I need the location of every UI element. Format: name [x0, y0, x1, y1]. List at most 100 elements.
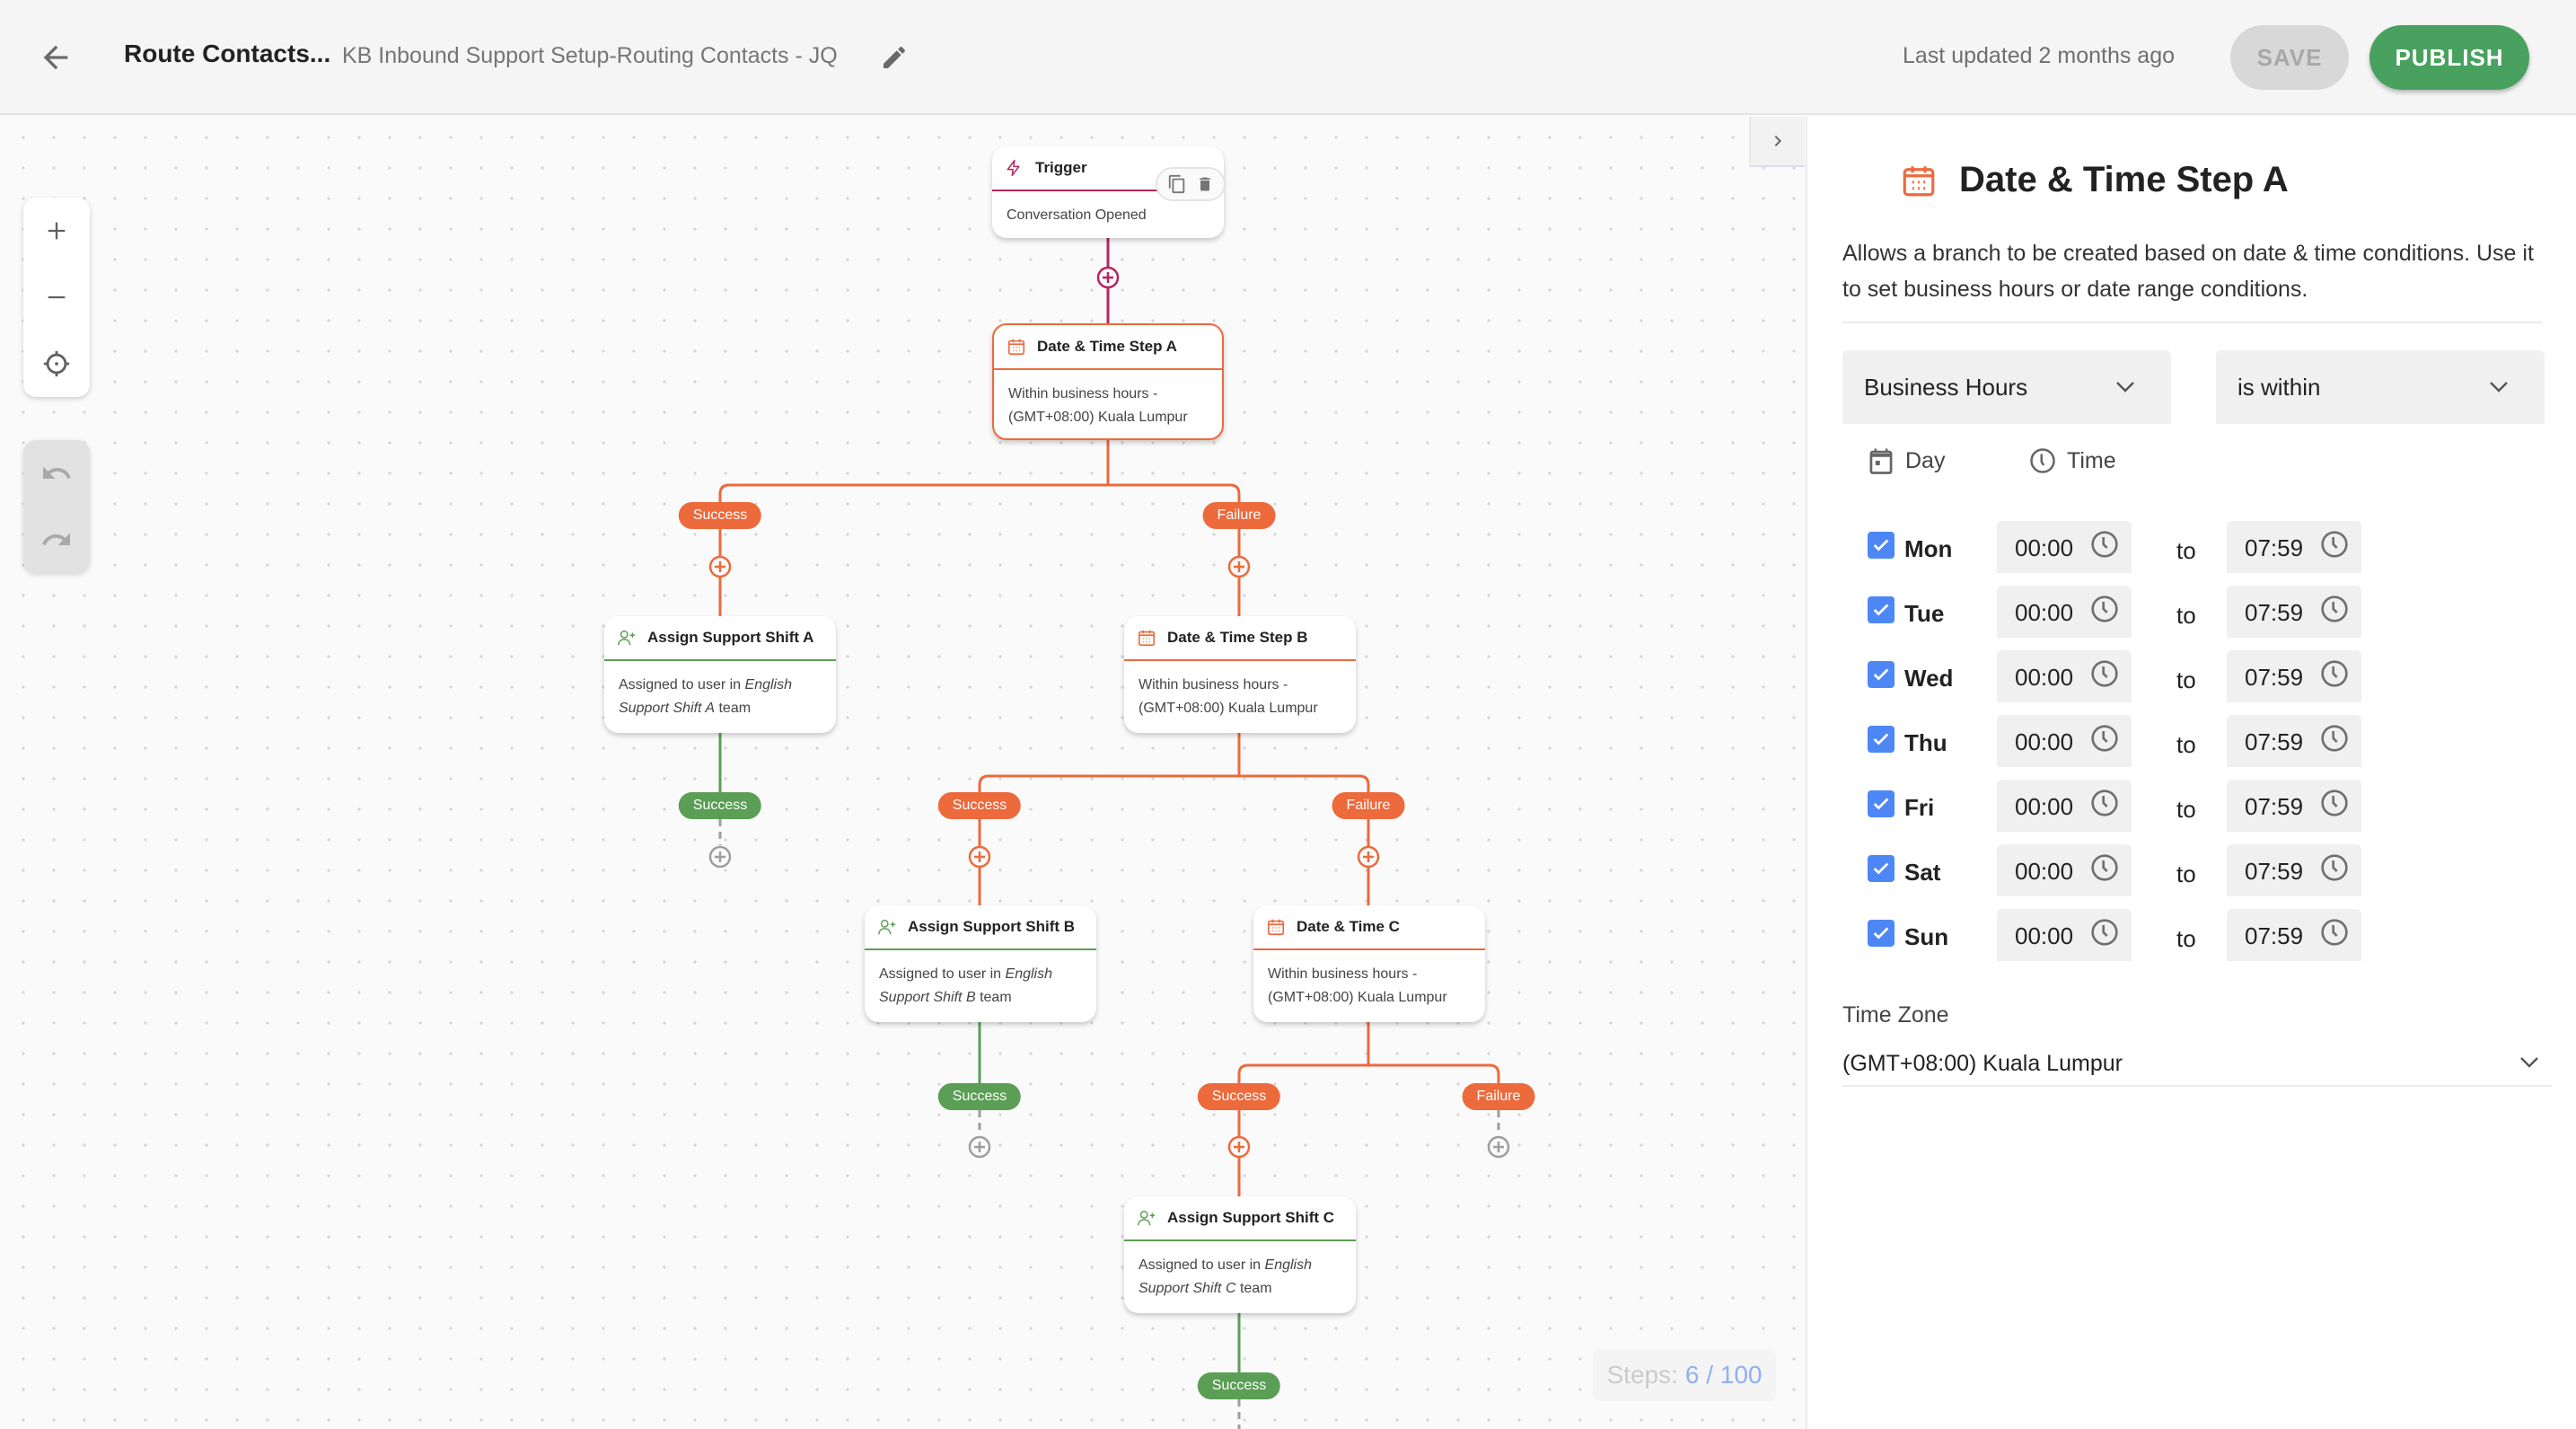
end-time-input[interactable]: 07:59	[2227, 909, 2361, 961]
add-step-button[interactable]	[708, 845, 732, 869]
day-checkbox[interactable]	[1868, 920, 1895, 947]
add-step-button[interactable]	[1227, 555, 1251, 578]
day-checkbox[interactable]	[1868, 596, 1895, 623]
team-name: Support Shift C	[1139, 1281, 1236, 1296]
start-time-value: 00:00	[2015, 793, 2074, 820]
start-time-value: 00:00	[2015, 922, 2074, 949]
day-checkbox[interactable]	[1868, 855, 1895, 882]
chevron-down-icon	[2490, 382, 2508, 393]
plus-circle-icon	[1227, 555, 1251, 578]
end-time-input[interactable]: 07:59	[2227, 844, 2361, 896]
node-assign-support-shift-b[interactable]: Assign Support Shift B Assigned to user …	[865, 905, 1096, 1022]
clock-icon[interactable]	[2320, 789, 2349, 817]
divider	[1842, 322, 2543, 323]
node-assign-support-shift-a[interactable]: Assign Support Shift A Assigned to user …	[604, 616, 836, 733]
zoom-in-button[interactable]	[23, 198, 90, 264]
steps-counter: Steps: 6 / 100	[1593, 1349, 1776, 1401]
clock-icon[interactable]	[2320, 595, 2349, 623]
condition-type-select[interactable]: Business Hours	[1842, 350, 2171, 424]
day-name: Tue	[1904, 600, 1945, 627]
start-time-input[interactable]: 00:00	[1997, 780, 2132, 832]
check-icon	[1873, 668, 1889, 681]
node-date-time-c[interactable]: Date & Time C Within business hours - (G…	[1253, 905, 1485, 1022]
node-date-time-step-a[interactable]: Date & Time Step A Within business hours…	[992, 323, 1224, 440]
day-name: Thu	[1904, 729, 1947, 756]
start-time-input[interactable]: 00:00	[1997, 909, 2132, 961]
clock-icon[interactable]	[2090, 918, 2119, 947]
back-button[interactable]	[38, 40, 74, 75]
start-time-input[interactable]: 00:00	[1997, 521, 2132, 573]
flow-canvas[interactable]	[0, 117, 1806, 1429]
step-badge-success: Success	[937, 1083, 1022, 1110]
clock-icon[interactable]	[2090, 789, 2119, 817]
branch-badge-failure: Failure	[1332, 792, 1405, 819]
add-step-button[interactable]	[708, 555, 732, 578]
plus-circle-icon	[968, 845, 991, 869]
recenter-button[interactable]	[23, 331, 90, 397]
clock-icon[interactable]	[2090, 595, 2119, 623]
last-updated-text: Last updated 2 months ago	[1903, 43, 2176, 68]
connector-lines	[718, 238, 1500, 1429]
clock-icon[interactable]	[2090, 530, 2119, 559]
clock-icon[interactable]	[2320, 530, 2349, 559]
node-date-time-step-b[interactable]: Date & Time Step B Within business hours…	[1124, 616, 1356, 733]
start-time-input[interactable]: 00:00	[1997, 650, 2132, 702]
delete-node-button[interactable]	[1194, 173, 1216, 195]
calendar-icon	[1868, 445, 1895, 476]
to-label: to	[2176, 796, 2196, 823]
clock-icon	[2029, 445, 2056, 476]
end-time-input[interactable]: 07:59	[2227, 586, 2361, 638]
clock-icon[interactable]	[2320, 659, 2349, 688]
duplicate-node-button[interactable]	[1166, 173, 1188, 195]
start-time-input[interactable]: 00:00	[1997, 844, 2132, 896]
clock-icon[interactable]	[2320, 724, 2349, 753]
redo-button[interactable]	[23, 507, 90, 573]
user-plus-icon	[1137, 1208, 1156, 1228]
branch-badge-failure: Failure	[1462, 1083, 1535, 1110]
clock-icon[interactable]	[2090, 724, 2119, 753]
add-step-button[interactable]	[1487, 1135, 1510, 1159]
end-time-value: 07:59	[2245, 664, 2304, 691]
operator-value: is within	[2238, 373, 2321, 401]
end-time-input[interactable]: 07:59	[2227, 521, 2361, 573]
operator-select[interactable]: is within	[2216, 350, 2545, 424]
node-body: Assigned to user in English Support Shift…	[604, 661, 836, 720]
add-step-button[interactable]	[1357, 845, 1380, 869]
end-time-input[interactable]: 07:59	[2227, 650, 2361, 702]
node-body: Within business hours - (GMT+08:00) Kual…	[1253, 950, 1485, 1010]
redo-icon	[42, 533, 70, 545]
clock-icon[interactable]	[2090, 853, 2119, 882]
start-time-input[interactable]: 00:00	[1997, 586, 2132, 638]
clock-icon[interactable]	[2320, 853, 2349, 882]
history-controls	[23, 440, 90, 573]
add-step-button[interactable]	[1227, 1135, 1251, 1159]
end-time-input[interactable]: 07:59	[2227, 715, 2361, 767]
undo-button[interactable]	[23, 440, 90, 507]
flow-subtitle: KB Inbound Support Setup-Routing Contact…	[342, 43, 838, 68]
day-checkbox[interactable]	[1868, 726, 1895, 753]
timezone-select[interactable]: (GMT+08:00) Kuala Lumpur	[1842, 1042, 2552, 1087]
end-time-input[interactable]: 07:59	[2227, 780, 2361, 832]
undo-icon	[43, 466, 71, 479]
day-row-tue: Tue 00:00 to 07:59	[1842, 586, 2552, 640]
day-checkbox[interactable]	[1868, 790, 1895, 817]
calendar-icon	[1137, 628, 1156, 648]
branch-badge-success: Success	[937, 792, 1022, 819]
start-time-input[interactable]: 00:00	[1997, 715, 2132, 767]
save-button[interactable]: SAVE	[2230, 25, 2349, 90]
edit-title-button[interactable]	[880, 43, 909, 72]
zoom-out-button[interactable]	[23, 264, 90, 331]
add-step-button[interactable]	[968, 845, 991, 869]
publish-button[interactable]: PUBLISH	[2369, 25, 2529, 90]
add-step-button[interactable]	[1096, 266, 1120, 289]
node-title: Date & Time Step B	[1167, 629, 1308, 646]
add-step-button[interactable]	[968, 1135, 991, 1159]
clock-icon[interactable]	[2320, 918, 2349, 947]
collapse-panel-button[interactable]	[1749, 117, 1805, 167]
timezone-label: Time Zone	[1842, 1002, 1949, 1028]
clock-icon[interactable]	[2090, 659, 2119, 688]
node-assign-support-shift-c[interactable]: Assign Support Shift C Assigned to user …	[1124, 1196, 1356, 1313]
day-checkbox[interactable]	[1868, 661, 1895, 688]
trash-icon	[1199, 177, 1210, 191]
day-checkbox[interactable]	[1868, 532, 1895, 559]
